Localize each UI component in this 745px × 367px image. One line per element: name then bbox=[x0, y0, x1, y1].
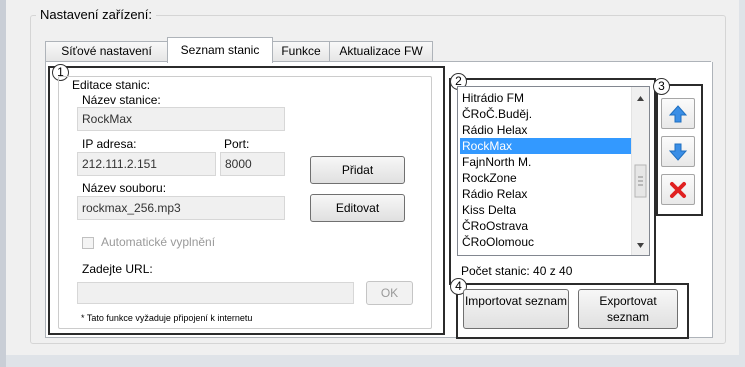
url-field[interactable] bbox=[77, 282, 354, 304]
station-name-field[interactable]: RockMax bbox=[77, 107, 285, 131]
add-button[interactable]: Přidat bbox=[310, 156, 405, 184]
tab-station-list[interactable]: Seznam stanic bbox=[167, 37, 273, 63]
list-item[interactable]: ČRoOstrava bbox=[460, 218, 632, 234]
list-item[interactable]: Hitrádio FM bbox=[460, 90, 632, 106]
arrow-down-icon bbox=[668, 143, 688, 161]
tab-fw-update[interactable]: Aktualizace FW bbox=[329, 41, 433, 61]
group-title: Nastavení zařízení: bbox=[36, 7, 156, 22]
auto-fill-checkbox[interactable] bbox=[82, 237, 94, 249]
arrow-up-icon bbox=[668, 104, 688, 122]
station-count: Počet stanic: 40 z 40 bbox=[461, 264, 573, 278]
list-item-selected[interactable]: RockMax bbox=[460, 138, 632, 154]
list-scrollbar[interactable] bbox=[631, 87, 649, 255]
ok-button[interactable]: OK bbox=[366, 281, 413, 305]
station-name-label: Název stanice: bbox=[82, 93, 161, 107]
auto-fill-label: Automatické vyplnění bbox=[101, 235, 216, 249]
scroll-up-icon bbox=[637, 96, 644, 101]
internet-footnote: * Tato funkce vyžaduje připojení k inter… bbox=[81, 313, 253, 323]
list-item[interactable]: RockZone bbox=[460, 170, 632, 186]
station-listbox[interactable]: Hitrádio FM ČRoČ.Buděj. Rádio Helax Rock… bbox=[457, 86, 650, 256]
tab-functions[interactable]: Funkce bbox=[272, 41, 330, 61]
file-name-field[interactable]: rockmax_256.mp3 bbox=[77, 196, 285, 220]
scroll-down-icon bbox=[637, 243, 644, 248]
url-label: Zadejte URL: bbox=[82, 262, 153, 276]
export-list-button[interactable]: Exportovat seznam bbox=[578, 289, 678, 329]
tab-network-settings[interactable]: Síťové nastavení bbox=[45, 41, 168, 61]
move-down-button[interactable] bbox=[661, 136, 695, 167]
edit-button[interactable]: Editovat bbox=[310, 194, 405, 222]
ip-address-field[interactable]: 212.111.2.151 bbox=[77, 152, 216, 176]
ip-address-label: IP adresa: bbox=[82, 137, 137, 151]
edit-legend: Editace stanic: bbox=[70, 78, 153, 92]
list-item[interactable]: ČRoOlomouc bbox=[460, 234, 632, 250]
move-up-button[interactable] bbox=[661, 98, 695, 129]
list-item[interactable]: Rádio Relax bbox=[460, 186, 632, 202]
list-item[interactable]: Rádio Helax bbox=[460, 122, 632, 138]
port-field[interactable]: 8000 bbox=[220, 152, 285, 176]
import-list-button[interactable]: Importovat seznam bbox=[463, 289, 569, 329]
scrollbar-graphics bbox=[634, 96, 647, 248]
red-x-icon bbox=[670, 181, 686, 198]
list-item[interactable]: FajnNorth M. bbox=[460, 154, 632, 170]
list-item[interactable]: Kiss Delta bbox=[460, 202, 632, 218]
marker-3: 3 bbox=[653, 78, 670, 95]
delete-button[interactable] bbox=[661, 174, 695, 205]
port-label: Port: bbox=[224, 137, 250, 151]
list-item[interactable]: ČRoČ.Buděj. bbox=[460, 106, 632, 122]
file-name-label: Název souboru: bbox=[82, 181, 167, 195]
